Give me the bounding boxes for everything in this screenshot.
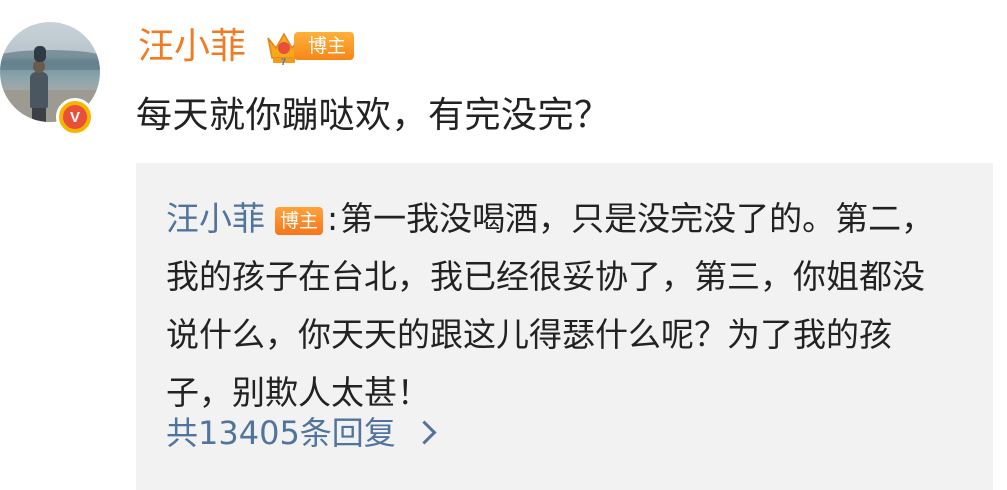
svg-text:7: 7 [281,57,286,66]
reply-count-label: 共13405条回复 [166,414,396,452]
comment-author-name[interactable]: 汪小菲 [138,22,246,72]
view-replies-link[interactable]: 共13405条回复 [166,410,437,456]
comment-text: 每天就你蹦哒欢，有完没完？ [136,95,611,136]
reply-blogger-badge: 博主 [275,207,324,235]
reply-colon: : [327,199,339,238]
comment-page: V 汪小菲 7 博主 每天就你蹦哒欢，有完没完？ 汪小菲 博主:第一我没喝酒，只是… [0,0,1007,490]
verified-badge-icon: V [56,98,94,136]
avatar[interactable]: V [0,22,100,136]
reply-content: 汪小菲 博主:第一我没喝酒，只是没完没了的。第二，我的孩子在台北，我已经很妥协了，… [166,190,956,422]
blogger-badge: 博主 [294,32,355,60]
reply-box[interactable]: 汪小菲 博主:第一我没喝酒，只是没完没了的。第二，我的孩子在台北，我已经很妥协了，… [136,163,993,490]
chevron-right-icon [412,420,437,445]
reply-author-name[interactable]: 汪小菲 [166,199,265,238]
